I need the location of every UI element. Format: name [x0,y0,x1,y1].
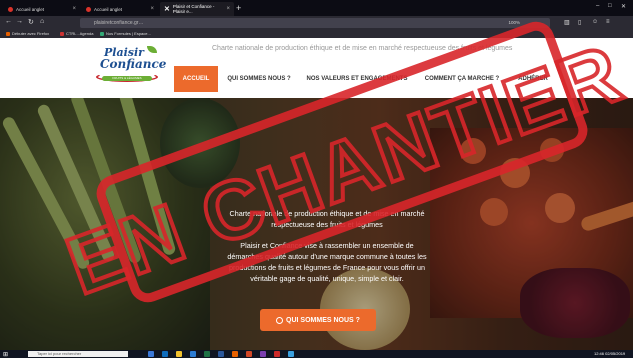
windows-taskbar: ⊞ Taper ici pour rechercher 12:46 02/05/… [0,350,633,358]
nav-item-comment-ca-marche[interactable]: COMMENT ÇA MARCHE ? [420,66,504,92]
nav-item-accueil[interactable]: ACCUEIL [174,66,218,92]
nav-item-qui-sommes-nous[interactable]: QUI SOMMES NOUS ? [222,66,296,92]
app-icon[interactable] [260,351,266,357]
url-text: plaisiretconfiance.gr… [94,20,144,26]
powerpoint-icon[interactable] [246,351,252,357]
bookmark-label: CTRL - Agenda [66,31,94,36]
site-tagline: Charte nationale de production éthique e… [212,45,513,52]
x-favicon-icon: ✕ [164,6,170,13]
tab-label: Accueil anglet [16,6,45,12]
menu-icon[interactable]: ≡ [606,19,610,25]
url-bar[interactable]: plaisiretconfiance.gr… 100% [80,18,550,28]
taskbar-search-placeholder: Taper ici pour rechercher [37,351,82,356]
zoom-level[interactable]: 100% [508,18,520,28]
home-icon[interactable]: ⌂ [40,18,44,25]
circle-icon [276,316,284,324]
library-icon[interactable]: ▥ [564,19,570,26]
tab-label: Accueil anglet [94,6,123,12]
maximize-icon[interactable]: □ [608,3,612,9]
bookmark-label: Débuter avec Firefox [12,31,50,36]
reload-icon[interactable]: ↻ [28,18,34,26]
forward-icon[interactable]: → [16,18,23,25]
site-logo[interactable]: Plaisir Confiance FRUITS & LÉGUMES [92,46,167,88]
bookmark-item[interactable]: CTRL - Agenda [60,31,93,36]
tab-label: Plaisir et Confiance - Plaisir e... [172,4,215,14]
browser-nav-bar: ← → ↻ ⌂ plaisiretconfiance.gr… 100% ▥ ▯ … [0,16,633,30]
task-view-icon[interactable] [148,351,154,357]
bookmark-item[interactable]: Débuter avec Firefox [6,31,49,36]
account-icon[interactable]: ☺ [592,19,598,25]
back-icon[interactable]: ← [5,18,12,25]
button-label: QUI SOMMES NOUS ? [286,316,360,324]
taskbar-search[interactable]: Taper ici pour rechercher [28,351,128,357]
bookmark-label: Nos Formules | Espace... [106,31,151,36]
taskbar-clock[interactable]: 12:46 02/05/2019 [594,350,625,358]
logo-text-line2: Confiance [100,57,167,71]
qui-sommes-nous-button[interactable]: QUI SOMMES NOUS ? [260,309,376,331]
browser-tab[interactable]: Accueil anglet × [4,2,80,16]
leaf-icon [147,46,157,53]
close-tab-icon[interactable]: × [72,6,76,12]
logo-band: FRUITS & LÉGUMES [102,76,152,81]
store-icon[interactable] [190,351,196,357]
site-favicon-icon [86,6,91,12]
firefox-taskbar-icon[interactable] [232,351,238,357]
close-window-icon[interactable]: ✕ [621,3,626,10]
sidebar-icon[interactable]: ▯ [578,19,581,26]
site-header: Plaisir Confiance FRUITS & LÉGUMES Chart… [0,38,633,98]
browser-tab[interactable]: Accueil anglet × [82,2,158,16]
clock-date: 02/05/2019 [605,351,626,356]
clock-time: 12:46 [594,351,605,356]
nav-item-valeurs[interactable]: NOS VALEURS ET ENGAGEMENTS [302,66,412,92]
bookmark-favicon-icon [60,31,64,36]
site-favicon-icon [8,6,13,12]
bookmark-item[interactable]: Nos Formules | Espace... [100,31,151,36]
new-tab-button[interactable]: + [236,3,241,13]
hero-section: Charte nationale de production éthique e… [0,98,633,350]
app-icon[interactable] [288,351,294,357]
hero-title: Charte nationale de production éthique e… [229,209,425,229]
excel-icon[interactable] [204,351,210,357]
edge-icon[interactable] [162,351,168,357]
browser-tab-bar: Accueil anglet × Accueil anglet × ✕ Plai… [0,0,633,16]
bookmark-favicon-icon [100,31,104,36]
app-icon[interactable] [274,351,280,357]
firefox-icon [6,31,10,36]
close-tab-icon[interactable]: × [150,6,154,12]
hero-description: Plaisir et Confiance vise à rassembler u… [227,241,427,283]
word-icon[interactable] [218,351,224,357]
browser-tab-active[interactable]: ✕ Plaisir et Confiance - Plaisir e... × [160,2,234,16]
minimize-icon[interactable]: – [596,3,599,9]
windows-start-icon[interactable]: ⊞ [3,351,8,358]
nav-item-adherer[interactable]: ADHÉRER [512,66,554,92]
close-tab-icon[interactable]: × [226,6,230,12]
explorer-icon[interactable] [176,351,182,357]
